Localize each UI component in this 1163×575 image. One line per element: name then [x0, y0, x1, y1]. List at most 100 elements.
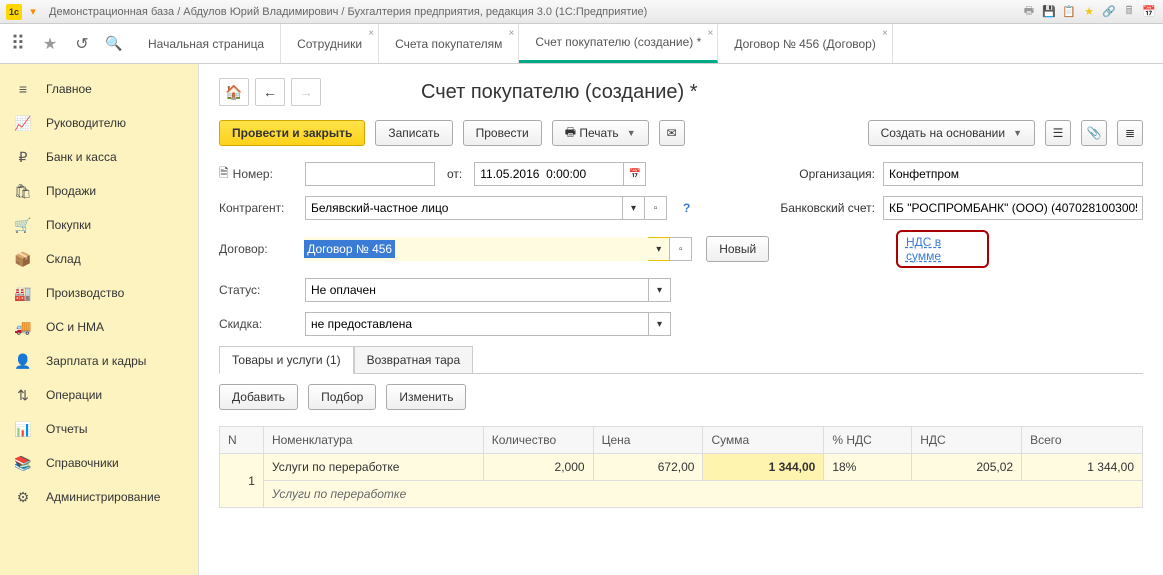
pick-button[interactable]: Подбор [308, 384, 376, 410]
sidebar-item-purchases[interactable]: 🛒Покупки [0, 208, 198, 242]
new-contract-button[interactable]: Новый [706, 236, 769, 262]
sidebar-item-assets[interactable]: 🚚ОС и НМА [0, 310, 198, 344]
close-icon[interactable]: × [509, 28, 515, 39]
discount-select[interactable] [305, 312, 649, 336]
tab-label: Счета покупателям [395, 37, 502, 51]
cell-name[interactable]: Услуги по переработке [263, 454, 483, 481]
contract-input[interactable]: Договор № 456 [304, 237, 648, 261]
status-select[interactable] [305, 278, 649, 302]
cell-sum[interactable]: 1 344,00 [703, 454, 824, 481]
create-based-button[interactable]: Создать на основании▼ [868, 120, 1035, 146]
printer-icon: 🖶 [565, 123, 576, 144]
tab-label: Счет покупателю (создание) * [535, 35, 701, 49]
star-icon[interactable]: ★ [1081, 4, 1097, 20]
sidebar-item-sales[interactable]: 🛍Продажи [0, 174, 198, 208]
print-icon[interactable]: 🖶 [1021, 4, 1037, 20]
bank-input[interactable] [883, 196, 1143, 220]
copy-icon[interactable]: 📋 [1061, 4, 1077, 20]
calendar-icon[interactable]: 📅 [1141, 4, 1157, 20]
table-row[interactable]: 1 Услуги по переработке 2,000 672,00 1 3… [220, 454, 1143, 481]
cell-price[interactable]: 672,00 [593, 454, 703, 481]
add-row-button[interactable]: Добавить [219, 384, 298, 410]
col-n[interactable]: N [220, 427, 264, 454]
sidebar-item-stock[interactable]: 📦Склад [0, 242, 198, 276]
col-vat[interactable]: НДС [912, 427, 1022, 454]
sidebar-item-production[interactable]: 🏭Производство [0, 276, 198, 310]
open-button[interactable]: ▫ [670, 237, 692, 261]
titlebar: 1c ▾ Демонстрационная база / Абдулов Юри… [0, 0, 1163, 24]
open-button[interactable]: ▫ [645, 196, 667, 220]
sidebar-item-main[interactable]: ≡Главное [0, 72, 198, 106]
sidebar-item-manager[interactable]: 📈Руководителю [0, 106, 198, 140]
calc-icon[interactable]: 🖩 [1121, 4, 1137, 20]
sidebar-label: Главное [46, 82, 92, 96]
history-icon[interactable]: ↺ [72, 34, 92, 54]
person-icon: 👤 [14, 352, 32, 370]
tab-label: Сотрудники [297, 37, 362, 51]
close-icon[interactable]: × [368, 28, 374, 39]
vat-mode-link[interactable]: НДС в сумме [906, 235, 941, 263]
save-icon[interactable]: 💾 [1041, 4, 1057, 20]
tab-contract[interactable]: Договор № 456 (Договор)× [718, 24, 893, 63]
struct-button[interactable]: ☰ [1045, 120, 1071, 146]
bag-icon: 🛍 [14, 182, 32, 200]
col-total[interactable]: Всего [1022, 427, 1143, 454]
cell-n[interactable]: 1 [220, 454, 264, 508]
sidebar-item-hr[interactable]: 👤 Зарплата и кадры [0, 344, 198, 378]
close-icon[interactable]: × [882, 28, 888, 39]
sidebar-item-reports[interactable]: 📊Отчеты [0, 412, 198, 446]
org-label: Организация: [763, 167, 875, 181]
subtab-returns[interactable]: Возвратная тара [354, 346, 474, 373]
table-row-sub[interactable]: Услуги по переработке [220, 481, 1143, 508]
attach-button[interactable]: 📎 [1081, 120, 1107, 146]
dropdown-icon[interactable]: ▾ [25, 4, 41, 20]
col-vatpct[interactable]: % НДС [824, 427, 912, 454]
dropdown-button[interactable]: ▾ [623, 196, 645, 220]
print-button[interactable]: 🖶 Печать▼ [552, 120, 649, 146]
cell-vat[interactable]: 205,02 [912, 454, 1022, 481]
number-input[interactable] [305, 162, 435, 186]
counterparty-input[interactable] [305, 196, 623, 220]
back-button[interactable]: ← [255, 78, 285, 106]
list-button[interactable]: ≣ [1117, 120, 1143, 146]
forward-button[interactable]: → [291, 78, 321, 106]
home-button[interactable]: 🏠 [219, 78, 249, 106]
post-button[interactable]: Провести [463, 120, 542, 146]
col-sum[interactable]: Сумма [703, 427, 824, 454]
sidebar-item-refs[interactable]: 📚Справочники [0, 446, 198, 480]
ruble-icon: ₽ [14, 148, 32, 166]
tab-invoice-create[interactable]: Счет покупателю (создание) * × [519, 24, 718, 63]
dropdown-button[interactable]: ▾ [649, 278, 671, 302]
favorite-icon[interactable] [40, 34, 60, 54]
apps-icon[interactable] [8, 34, 28, 54]
vat-highlight: НДС в сумме [896, 230, 989, 268]
org-input[interactable] [883, 162, 1143, 186]
dropdown-button[interactable]: ▾ [648, 237, 670, 261]
sidebar-label: Зарплата и кадры [46, 354, 146, 368]
cell-total[interactable]: 1 344,00 [1022, 454, 1143, 481]
tab-employees[interactable]: Сотрудники × [281, 24, 379, 63]
cell-qty[interactable]: 2,000 [483, 454, 593, 481]
save-button[interactable]: Записать [375, 120, 452, 146]
sidebar-item-admin[interactable]: ⚙Администрирование [0, 480, 198, 514]
help-icon[interactable]: ? [683, 201, 690, 215]
sidebar-item-operations[interactable]: ⇅Операции [0, 378, 198, 412]
date-input[interactable] [474, 162, 624, 186]
dropdown-button[interactable]: ▾ [649, 312, 671, 336]
email-button[interactable]: ✉ [659, 120, 685, 146]
change-button[interactable]: Изменить [386, 384, 466, 410]
calendar-button[interactable]: 📅 [624, 162, 646, 186]
col-item[interactable]: Номенклатура [263, 427, 483, 454]
post-and-close-button[interactable]: Провести и закрыть [219, 120, 365, 146]
col-price[interactable]: Цена [593, 427, 703, 454]
subtab-goods[interactable]: Товары и услуги (1) [219, 346, 354, 374]
col-qty[interactable]: Количество [483, 427, 593, 454]
link-icon[interactable]: 🔗 [1101, 4, 1117, 20]
close-icon[interactable]: × [707, 28, 713, 39]
search-icon[interactable] [104, 34, 124, 54]
sidebar-item-bank[interactable]: ₽Банк и касса [0, 140, 198, 174]
cell-vatpct[interactable]: 18% [824, 454, 912, 481]
tab-home[interactable]: Начальная страница [132, 24, 281, 63]
cell-name2[interactable]: Услуги по переработке [263, 481, 1142, 508]
tab-invoices[interactable]: Счета покупателям × [379, 24, 519, 63]
